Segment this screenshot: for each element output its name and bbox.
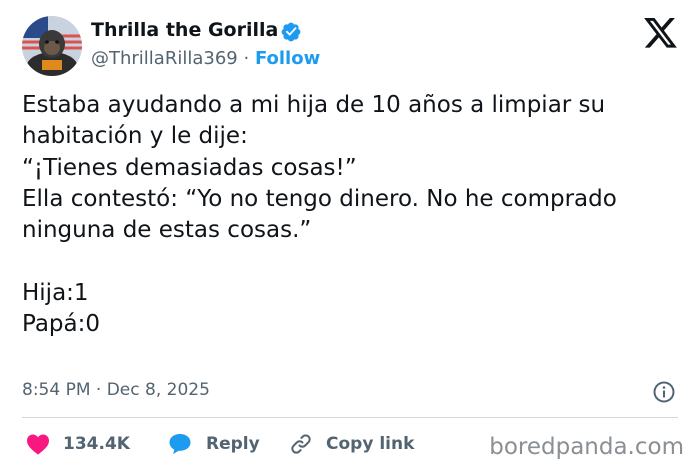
tweet-line: Estaba ayudando a mi hija de 10 años a l…: [22, 92, 606, 118]
watermark: boredpanda.com: [489, 434, 684, 460]
reply-button[interactable]: Reply: [168, 431, 260, 457]
separator-dot: ·: [243, 48, 250, 69]
author-display-name[interactable]: Thrilla the Gorilla: [91, 19, 278, 41]
like-count: 134.4K: [63, 434, 130, 454]
author-handle[interactable]: @ThrillaRilla369: [91, 48, 238, 69]
tweet-text: Estaba ayudando a mi hija de 10 años a l…: [22, 90, 682, 340]
divider: [22, 417, 678, 418]
copy-link-label: Copy link: [326, 434, 415, 454]
heart-icon: [27, 434, 49, 455]
follow-button[interactable]: Follow: [255, 48, 320, 69]
tweet-blank-line: [22, 246, 682, 277]
like-button[interactable]: 134.4K: [26, 431, 130, 457]
tweet-line: Ella contestó: “Yo no tengo dinero. No h…: [22, 185, 617, 212]
reply-label: Reply: [206, 434, 260, 454]
x-logo-icon[interactable]: [644, 18, 677, 48]
tweet-line: “¡Tienes demasiadas cosas!”: [22, 154, 357, 181]
tweet-line: Hija:1: [22, 279, 89, 306]
copy-link-button[interactable]: Copy link: [289, 431, 414, 457]
reply-bubble-icon: [169, 434, 191, 454]
avatar[interactable]: [22, 16, 82, 76]
link-icon: [291, 434, 311, 454]
tweet-line: Papá:0: [22, 311, 101, 338]
info-icon[interactable]: [652, 380, 676, 404]
tweet-line: habitación y le dije:: [22, 123, 248, 150]
tweet-line: ninguna de estas cosas.”: [22, 217, 312, 244]
gorilla-avatar: [22, 16, 82, 76]
tweet-timestamp[interactable]: 8:54 PM · Dec 8, 2025: [22, 380, 210, 400]
author-handle-row: @ThrillaRilla369 · Follow: [91, 48, 320, 69]
verified-badge-icon: [281, 22, 301, 42]
